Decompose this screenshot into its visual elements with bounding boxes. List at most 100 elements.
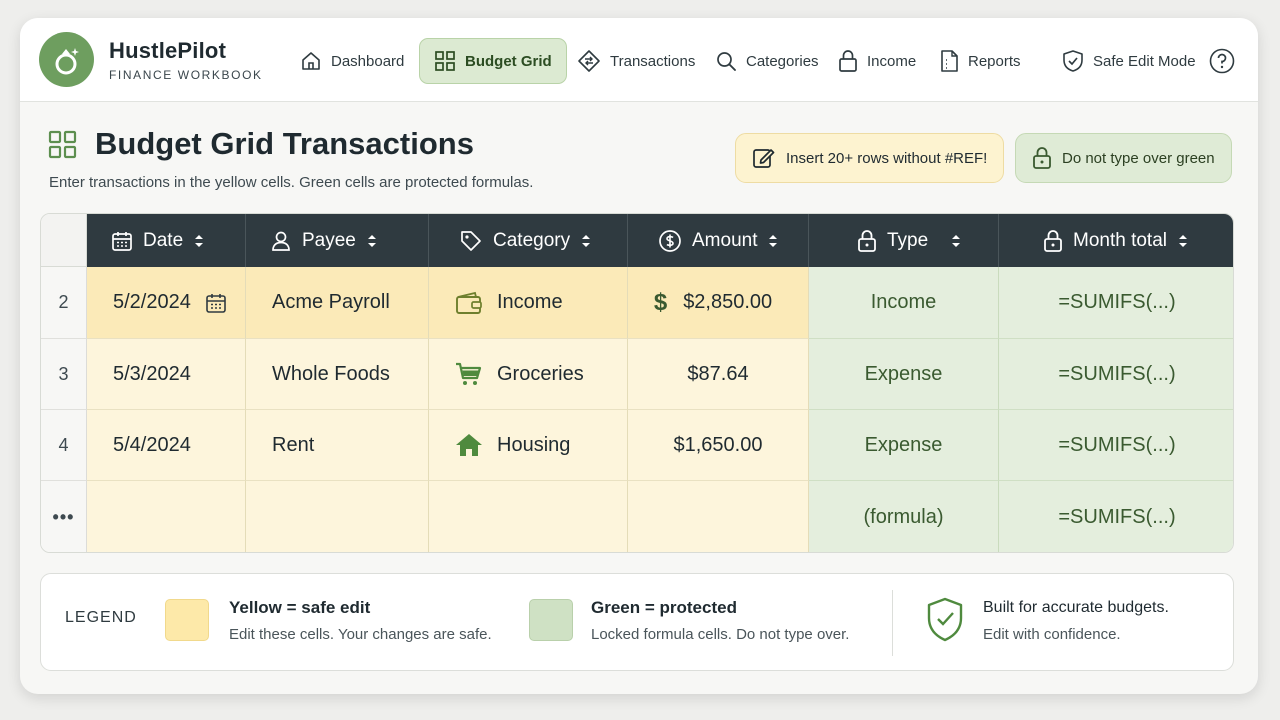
payee-cell[interactable] xyxy=(246,481,429,552)
tag-icon xyxy=(461,230,481,251)
sort-icon[interactable] xyxy=(580,232,592,250)
amount-cell[interactable]: $1,650.00 xyxy=(628,410,809,481)
cell-value: Groceries xyxy=(497,362,584,385)
budget-table: Date Payee Category Amount Type Month to… xyxy=(40,213,1234,553)
edit-icon xyxy=(753,149,775,168)
sort-icon[interactable] xyxy=(950,232,962,250)
report-icon xyxy=(941,50,958,72)
nav-dashboard[interactable]: Dashboard xyxy=(286,38,418,84)
month-total-cell: =SUMIFS(...) xyxy=(999,339,1233,410)
col-header-type[interactable]: Type xyxy=(809,214,999,267)
sort-icon[interactable] xyxy=(767,232,779,250)
nav-categories[interactable]: Categories xyxy=(701,38,833,84)
search-icon xyxy=(717,52,736,71)
amount-cell[interactable]: $ $2,850.00 xyxy=(628,267,809,339)
date-cell[interactable]: 5/4/2024 xyxy=(87,410,246,481)
cart-icon xyxy=(456,362,482,385)
date-cell[interactable]: 5/3/2024 xyxy=(87,339,246,410)
row-number[interactable]: ••• xyxy=(41,481,87,552)
protected-chip[interactable]: Do not type over green xyxy=(1015,133,1232,183)
ring-icon xyxy=(55,47,79,74)
shield-check-icon xyxy=(1063,50,1083,72)
nav-reports[interactable]: Reports xyxy=(925,38,1035,84)
month-total-cell: =SUMIFS(...) xyxy=(999,481,1233,552)
type-cell: Income xyxy=(809,267,999,339)
legend-panel: LEGEND Yellow = safe edit Edit these cel… xyxy=(40,573,1234,671)
col-header-date[interactable]: Date xyxy=(87,214,246,267)
type-cell: (formula) xyxy=(809,481,999,552)
corner-cell xyxy=(41,214,87,267)
sort-icon[interactable] xyxy=(1177,232,1189,250)
legend-tagline: Built for accurate budgets. xyxy=(983,599,1169,616)
column-label: Type xyxy=(887,229,929,251)
legend-tagline-sub: Edit with confidence. xyxy=(983,626,1121,643)
cell-value: $2,850.00 xyxy=(683,291,773,313)
nav-label: Dashboard xyxy=(331,52,405,70)
calendar-icon xyxy=(112,231,132,251)
col-header-month-total[interactable]: Month total xyxy=(999,214,1233,267)
col-header-amount[interactable]: Amount xyxy=(628,214,809,267)
category-cell[interactable]: Housing xyxy=(429,410,628,481)
nav-budget-grid[interactable]: Budget Grid xyxy=(419,38,567,84)
date-cell[interactable] xyxy=(87,481,246,552)
legend-green-text: Locked formula cells. Do not type over. xyxy=(591,626,850,643)
dollar-icon: $ xyxy=(653,288,668,316)
legend-label: LEGEND xyxy=(65,609,137,626)
sort-icon[interactable] xyxy=(366,232,378,250)
calendar-icon[interactable] xyxy=(205,292,227,314)
category-cell[interactable]: Income xyxy=(429,267,628,339)
row-number[interactable]: 3 xyxy=(41,339,87,410)
col-header-payee[interactable]: Payee xyxy=(246,214,429,267)
amount-cell[interactable] xyxy=(628,481,809,552)
type-cell: Expense xyxy=(809,339,999,410)
column-label: Date xyxy=(143,229,184,251)
row-number[interactable]: 2 xyxy=(41,267,87,339)
nav-label: Categories xyxy=(746,52,819,70)
chip-label: Do not type over green xyxy=(1062,149,1215,167)
help-icon[interactable] xyxy=(1209,48,1235,74)
legend-green-title: Green = protected xyxy=(591,598,737,617)
brand-logo xyxy=(39,32,94,87)
insert-rows-chip[interactable]: Insert 20+ rows without #REF! xyxy=(735,133,1005,183)
legend-yellow-title: Yellow = safe edit xyxy=(229,598,371,617)
row-number[interactable]: 4 xyxy=(41,410,87,481)
app-window: HustlePilot FINANCE WORKBOOK Dashboard B… xyxy=(20,18,1258,694)
brand-subtitle: FINANCE WORKBOOK xyxy=(109,68,263,82)
nav-label: Budget Grid xyxy=(465,52,552,70)
lock-icon xyxy=(839,50,857,72)
transactions-icon xyxy=(578,50,600,72)
user-icon xyxy=(272,231,290,251)
column-label: Amount xyxy=(692,229,758,251)
brand-name: HustlePilot xyxy=(109,38,227,63)
nav-income[interactable]: Income xyxy=(824,38,930,84)
month-total-cell: =SUMIFS(...) xyxy=(999,410,1233,481)
lock-icon xyxy=(858,229,876,252)
cell-value: Housing xyxy=(497,433,571,456)
payee-cell[interactable]: Acme Payroll xyxy=(246,267,429,339)
amount-cell[interactable]: $87.64 xyxy=(628,339,809,410)
legend-divider xyxy=(892,590,893,656)
date-cell[interactable]: 5/2/2024 xyxy=(87,267,246,339)
grid-icon xyxy=(435,51,455,71)
nav-safe-edit-mode[interactable]: Safe Edit Mode xyxy=(1048,38,1210,84)
nav-label: Income xyxy=(867,52,917,70)
page-subtitle: Enter transactions in the yellow cells. … xyxy=(49,174,534,191)
type-cell: Expense xyxy=(809,410,999,481)
cell-value: Income xyxy=(497,291,563,313)
category-cell[interactable] xyxy=(429,481,628,552)
page-title: Budget Grid Transactions xyxy=(95,126,474,161)
legend-yellow-text: Edit these cells. Your changes are safe. xyxy=(229,626,492,643)
nav-transactions[interactable]: Transactions xyxy=(563,38,709,84)
col-header-category[interactable]: Category xyxy=(429,214,628,267)
column-label: Payee xyxy=(302,229,356,251)
category-cell[interactable]: Groceries xyxy=(429,339,628,410)
sort-icon[interactable] xyxy=(193,232,205,250)
yellow-swatch xyxy=(165,599,209,641)
payee-cell[interactable]: Whole Foods xyxy=(246,339,429,410)
payee-cell[interactable]: Rent xyxy=(246,410,429,481)
grid-icon xyxy=(48,130,77,159)
dollar-icon xyxy=(659,229,681,252)
month-total-cell: =SUMIFS(...) xyxy=(999,267,1233,339)
nav-label: Transactions xyxy=(610,52,696,70)
nav-label: Safe Edit Mode xyxy=(1093,52,1196,70)
